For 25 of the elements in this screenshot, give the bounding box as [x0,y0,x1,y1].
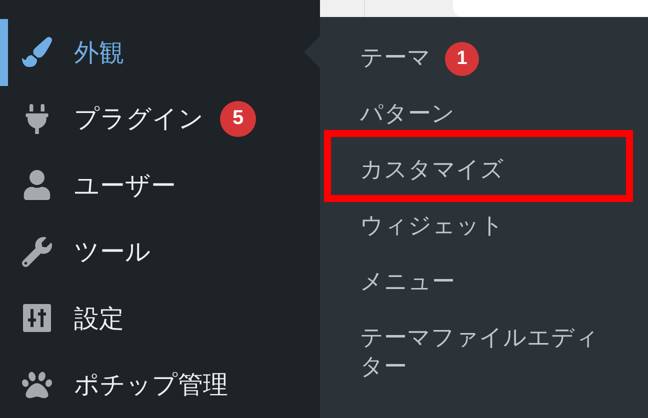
submenu-item[interactable]: ウィジェット [360,212,504,241]
count-badge: 1 [445,42,479,76]
submenu-item[interactable]: テーマファイルエディター [360,324,602,382]
menu-label: 設定 [74,302,124,335]
menu-item[interactable]: ツール [0,218,320,285]
menu-label: ポチップ管理 [74,369,228,402]
sliders-icon [22,303,52,334]
user-icon [22,170,52,200]
menu-item[interactable]: 設定 [0,285,320,352]
paintbrush-icon [22,37,52,68]
menu-label: ユーザー [74,170,176,202]
paw-icon [22,370,52,400]
menu-label: プラグイン [74,103,204,136]
wrench-icon [22,236,52,267]
menu-label: 外観 [74,36,124,69]
submenu-item[interactable]: パターン [360,100,455,129]
input-field[interactable] [453,0,648,17]
menu-item[interactable]: ユーザー [0,152,320,218]
count-badge: 5 [220,100,256,137]
menu-label: ツール [74,236,151,268]
submenu-item[interactable]: メニュー [360,268,455,297]
submenu-item[interactable]: カスタマイズ [360,156,504,185]
menu-item[interactable]: プラグイン 5 [0,86,320,152]
submenu-item[interactable]: テーマ [360,44,431,73]
menu-item[interactable]: ポチップ管理 [0,352,320,418]
